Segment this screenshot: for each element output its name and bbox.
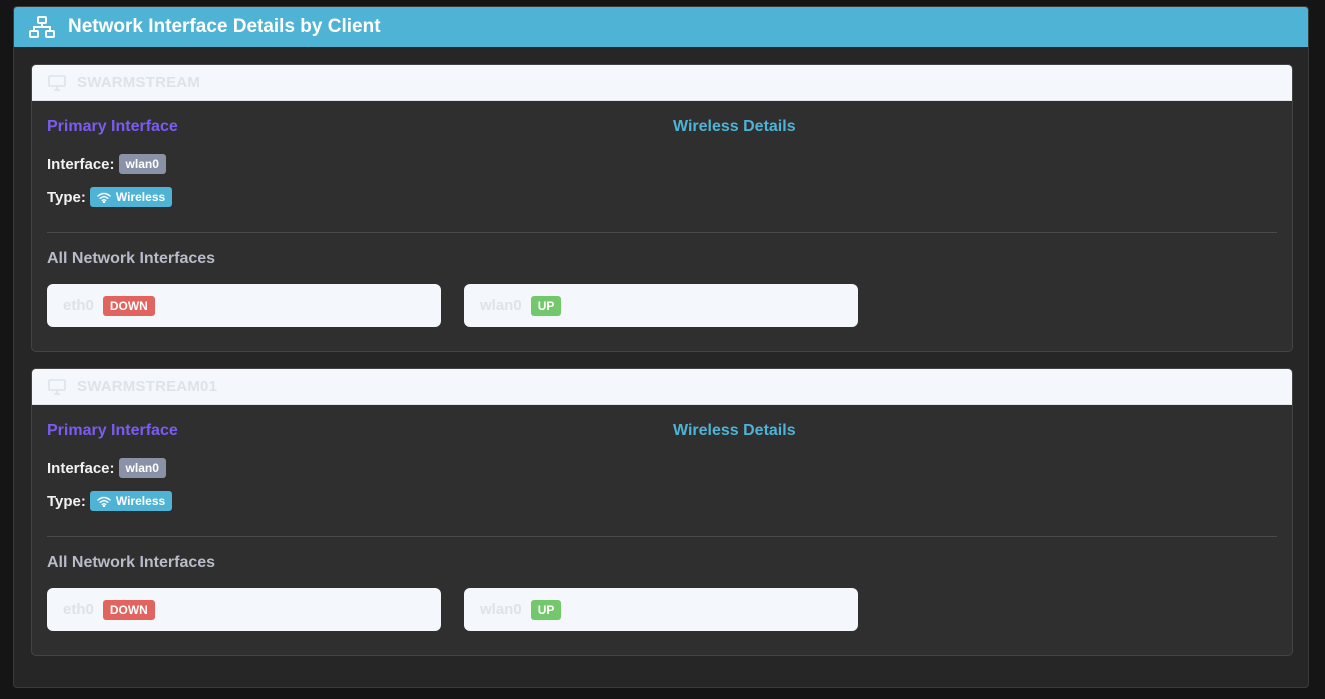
interface-name: eth0 [63, 297, 94, 314]
wireless-details-title: Wireless Details [673, 118, 796, 135]
type-badge: Wireless [89, 491, 173, 511]
type-value: Wireless [115, 494, 166, 508]
client-body: Primary Interface Wireless Details Inter… [32, 405, 1292, 655]
network-details-panel: Network Interface Details by Client SWAR… [13, 6, 1309, 688]
client-card: SWARMSTREAM Primary Interface Wireless D… [31, 64, 1293, 352]
interface-card: wlan0 UP [464, 588, 858, 631]
status-badge: UP [530, 295, 562, 316]
interface-name: eth0 [63, 601, 94, 618]
interface-label: Interface: [47, 155, 115, 173]
monitor-icon [48, 74, 66, 91]
type-badge: Wireless [89, 187, 173, 207]
all-interfaces-title: All Network Interfaces [47, 554, 216, 571]
interface-badge: wlan0 [118, 154, 166, 174]
type-row: Type: Wireless [47, 491, 173, 511]
client-name: SWARMSTREAM01 [77, 378, 218, 395]
client-header: SWARMSTREAM [32, 65, 1292, 101]
interface-badge: wlan0 [118, 458, 166, 478]
all-interfaces-title: All Network Interfaces [47, 250, 216, 267]
primary-interface-title: Primary Interface [47, 118, 178, 135]
interface-card: eth0 DOWN [47, 588, 441, 631]
type-row: Type: Wireless [47, 187, 173, 207]
panel-header: Network Interface Details by Client [14, 7, 1308, 47]
type-label: Type: [47, 492, 86, 510]
network-icon [29, 16, 55, 38]
monitor-icon [48, 378, 66, 395]
client-card: SWARMSTREAM01 Primary Interface Wireless… [31, 368, 1293, 656]
interface-name: wlan0 [480, 601, 522, 618]
interface-row: Interface: wlan0 [47, 154, 166, 174]
status-badge: UP [530, 599, 562, 620]
interface-row: Interface: wlan0 [47, 458, 166, 478]
wireless-details-title: Wireless Details [673, 422, 796, 439]
interface-card: eth0 DOWN [47, 284, 441, 327]
primary-interface-title: Primary Interface [47, 422, 178, 439]
status-badge: DOWN [102, 599, 155, 620]
divider [47, 536, 1277, 537]
divider [47, 232, 1277, 233]
client-name: SWARMSTREAM [77, 74, 201, 91]
type-label: Type: [47, 188, 86, 206]
client-header: SWARMSTREAM01 [32, 369, 1292, 405]
wifi-icon [97, 192, 111, 203]
panel-title: Network Interface Details by Client [68, 16, 381, 37]
interface-label: Interface: [47, 459, 115, 477]
client-body: Primary Interface Wireless Details Inter… [32, 101, 1292, 351]
interface-name: wlan0 [480, 297, 522, 314]
wifi-icon [97, 496, 111, 507]
status-badge: DOWN [102, 295, 155, 316]
type-value: Wireless [115, 190, 166, 204]
interface-card: wlan0 UP [464, 284, 858, 327]
